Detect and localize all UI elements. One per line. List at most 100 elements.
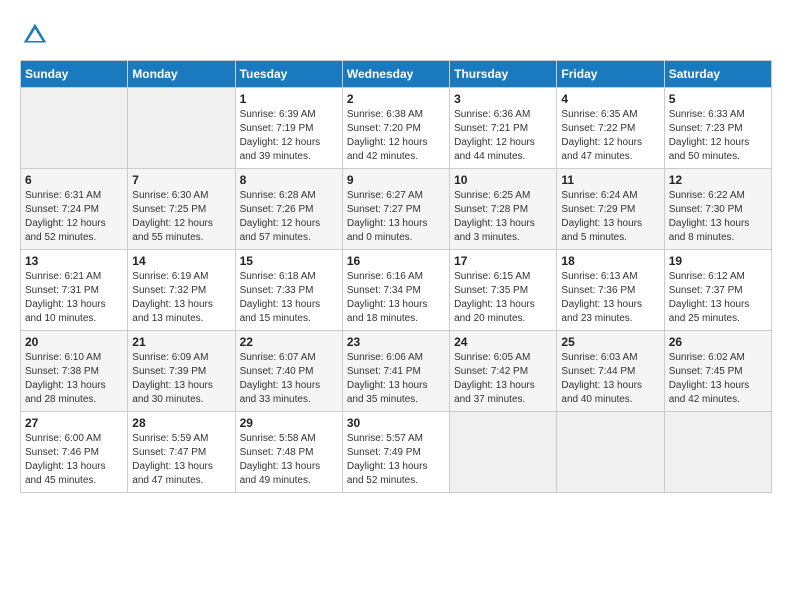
calendar-cell: 1 Sunrise: 6:39 AMSunset: 7:19 PMDayligh… bbox=[235, 88, 342, 169]
day-info: Sunrise: 6:33 AMSunset: 7:23 PMDaylight:… bbox=[669, 108, 767, 164]
calendar-cell: 26 Sunrise: 6:02 AMSunset: 7:45 PMDaylig… bbox=[664, 331, 771, 412]
weekday-header: Sunday bbox=[21, 61, 128, 88]
day-number: 5 bbox=[669, 92, 767, 106]
day-info: Sunrise: 6:30 AMSunset: 7:25 PMDaylight:… bbox=[132, 189, 230, 245]
calendar-cell: 30 Sunrise: 5:57 AMSunset: 7:49 PMDaylig… bbox=[342, 412, 449, 493]
logo-icon bbox=[20, 20, 50, 50]
calendar-cell: 18 Sunrise: 6:13 AMSunset: 7:36 PMDaylig… bbox=[557, 250, 664, 331]
day-number: 2 bbox=[347, 92, 445, 106]
calendar-cell: 11 Sunrise: 6:24 AMSunset: 7:29 PMDaylig… bbox=[557, 169, 664, 250]
calendar-cell: 6 Sunrise: 6:31 AMSunset: 7:24 PMDayligh… bbox=[21, 169, 128, 250]
weekday-header: Thursday bbox=[450, 61, 557, 88]
calendar-cell: 9 Sunrise: 6:27 AMSunset: 7:27 PMDayligh… bbox=[342, 169, 449, 250]
day-info: Sunrise: 6:18 AMSunset: 7:33 PMDaylight:… bbox=[240, 270, 338, 326]
calendar-cell: 22 Sunrise: 6:07 AMSunset: 7:40 PMDaylig… bbox=[235, 331, 342, 412]
day-info: Sunrise: 5:57 AMSunset: 7:49 PMDaylight:… bbox=[347, 432, 445, 488]
page-header bbox=[20, 20, 772, 50]
day-number: 22 bbox=[240, 335, 338, 349]
calendar-cell bbox=[21, 88, 128, 169]
day-info: Sunrise: 6:21 AMSunset: 7:31 PMDaylight:… bbox=[25, 270, 123, 326]
day-info: Sunrise: 6:09 AMSunset: 7:39 PMDaylight:… bbox=[132, 351, 230, 407]
day-info: Sunrise: 5:58 AMSunset: 7:48 PMDaylight:… bbox=[240, 432, 338, 488]
calendar-cell: 12 Sunrise: 6:22 AMSunset: 7:30 PMDaylig… bbox=[664, 169, 771, 250]
calendar-cell: 14 Sunrise: 6:19 AMSunset: 7:32 PMDaylig… bbox=[128, 250, 235, 331]
calendar-table: SundayMondayTuesdayWednesdayThursdayFrid… bbox=[20, 60, 772, 493]
day-info: Sunrise: 6:28 AMSunset: 7:26 PMDaylight:… bbox=[240, 189, 338, 245]
day-number: 10 bbox=[454, 173, 552, 187]
day-number: 21 bbox=[132, 335, 230, 349]
day-info: Sunrise: 6:06 AMSunset: 7:41 PMDaylight:… bbox=[347, 351, 445, 407]
calendar-cell: 8 Sunrise: 6:28 AMSunset: 7:26 PMDayligh… bbox=[235, 169, 342, 250]
calendar-cell: 19 Sunrise: 6:12 AMSunset: 7:37 PMDaylig… bbox=[664, 250, 771, 331]
day-info: Sunrise: 6:16 AMSunset: 7:34 PMDaylight:… bbox=[347, 270, 445, 326]
day-info: Sunrise: 6:38 AMSunset: 7:20 PMDaylight:… bbox=[347, 108, 445, 164]
weekday-header: Tuesday bbox=[235, 61, 342, 88]
day-number: 9 bbox=[347, 173, 445, 187]
day-info: Sunrise: 5:59 AMSunset: 7:47 PMDaylight:… bbox=[132, 432, 230, 488]
day-number: 1 bbox=[240, 92, 338, 106]
calendar-cell: 4 Sunrise: 6:35 AMSunset: 7:22 PMDayligh… bbox=[557, 88, 664, 169]
calendar-cell bbox=[450, 412, 557, 493]
day-number: 20 bbox=[25, 335, 123, 349]
calendar-week-row: 27 Sunrise: 6:00 AMSunset: 7:46 PMDaylig… bbox=[21, 412, 772, 493]
day-info: Sunrise: 6:07 AMSunset: 7:40 PMDaylight:… bbox=[240, 351, 338, 407]
day-number: 7 bbox=[132, 173, 230, 187]
day-info: Sunrise: 6:03 AMSunset: 7:44 PMDaylight:… bbox=[561, 351, 659, 407]
calendar-cell: 7 Sunrise: 6:30 AMSunset: 7:25 PMDayligh… bbox=[128, 169, 235, 250]
calendar-cell: 5 Sunrise: 6:33 AMSunset: 7:23 PMDayligh… bbox=[664, 88, 771, 169]
calendar-cell: 23 Sunrise: 6:06 AMSunset: 7:41 PMDaylig… bbox=[342, 331, 449, 412]
logo bbox=[20, 20, 54, 50]
day-info: Sunrise: 6:13 AMSunset: 7:36 PMDaylight:… bbox=[561, 270, 659, 326]
day-number: 4 bbox=[561, 92, 659, 106]
day-number: 8 bbox=[240, 173, 338, 187]
day-number: 19 bbox=[669, 254, 767, 268]
day-number: 25 bbox=[561, 335, 659, 349]
calendar-cell: 13 Sunrise: 6:21 AMSunset: 7:31 PMDaylig… bbox=[21, 250, 128, 331]
calendar-cell: 25 Sunrise: 6:03 AMSunset: 7:44 PMDaylig… bbox=[557, 331, 664, 412]
day-number: 6 bbox=[25, 173, 123, 187]
day-info: Sunrise: 6:02 AMSunset: 7:45 PMDaylight:… bbox=[669, 351, 767, 407]
day-info: Sunrise: 6:35 AMSunset: 7:22 PMDaylight:… bbox=[561, 108, 659, 164]
day-number: 15 bbox=[240, 254, 338, 268]
calendar-cell: 28 Sunrise: 5:59 AMSunset: 7:47 PMDaylig… bbox=[128, 412, 235, 493]
day-info: Sunrise: 6:27 AMSunset: 7:27 PMDaylight:… bbox=[347, 189, 445, 245]
day-number: 28 bbox=[132, 416, 230, 430]
day-info: Sunrise: 6:24 AMSunset: 7:29 PMDaylight:… bbox=[561, 189, 659, 245]
calendar-cell: 2 Sunrise: 6:38 AMSunset: 7:20 PMDayligh… bbox=[342, 88, 449, 169]
calendar-week-row: 6 Sunrise: 6:31 AMSunset: 7:24 PMDayligh… bbox=[21, 169, 772, 250]
day-info: Sunrise: 6:25 AMSunset: 7:28 PMDaylight:… bbox=[454, 189, 552, 245]
calendar-header-row: SundayMondayTuesdayWednesdayThursdayFrid… bbox=[21, 61, 772, 88]
day-info: Sunrise: 6:39 AMSunset: 7:19 PMDaylight:… bbox=[240, 108, 338, 164]
calendar-cell: 24 Sunrise: 6:05 AMSunset: 7:42 PMDaylig… bbox=[450, 331, 557, 412]
calendar-week-row: 1 Sunrise: 6:39 AMSunset: 7:19 PMDayligh… bbox=[21, 88, 772, 169]
day-info: Sunrise: 6:19 AMSunset: 7:32 PMDaylight:… bbox=[132, 270, 230, 326]
day-info: Sunrise: 6:05 AMSunset: 7:42 PMDaylight:… bbox=[454, 351, 552, 407]
day-number: 13 bbox=[25, 254, 123, 268]
calendar-cell: 16 Sunrise: 6:16 AMSunset: 7:34 PMDaylig… bbox=[342, 250, 449, 331]
calendar-cell bbox=[664, 412, 771, 493]
calendar-cell: 15 Sunrise: 6:18 AMSunset: 7:33 PMDaylig… bbox=[235, 250, 342, 331]
day-number: 29 bbox=[240, 416, 338, 430]
day-info: Sunrise: 6:10 AMSunset: 7:38 PMDaylight:… bbox=[25, 351, 123, 407]
calendar-cell: 29 Sunrise: 5:58 AMSunset: 7:48 PMDaylig… bbox=[235, 412, 342, 493]
calendar-week-row: 13 Sunrise: 6:21 AMSunset: 7:31 PMDaylig… bbox=[21, 250, 772, 331]
day-number: 11 bbox=[561, 173, 659, 187]
weekday-header: Monday bbox=[128, 61, 235, 88]
day-number: 3 bbox=[454, 92, 552, 106]
day-number: 24 bbox=[454, 335, 552, 349]
day-number: 14 bbox=[132, 254, 230, 268]
day-info: Sunrise: 6:36 AMSunset: 7:21 PMDaylight:… bbox=[454, 108, 552, 164]
weekday-header: Wednesday bbox=[342, 61, 449, 88]
day-number: 30 bbox=[347, 416, 445, 430]
day-info: Sunrise: 6:12 AMSunset: 7:37 PMDaylight:… bbox=[669, 270, 767, 326]
day-number: 17 bbox=[454, 254, 552, 268]
day-number: 12 bbox=[669, 173, 767, 187]
day-number: 26 bbox=[669, 335, 767, 349]
day-info: Sunrise: 6:00 AMSunset: 7:46 PMDaylight:… bbox=[25, 432, 123, 488]
day-info: Sunrise: 6:31 AMSunset: 7:24 PMDaylight:… bbox=[25, 189, 123, 245]
weekday-header: Friday bbox=[557, 61, 664, 88]
calendar-cell: 21 Sunrise: 6:09 AMSunset: 7:39 PMDaylig… bbox=[128, 331, 235, 412]
day-number: 27 bbox=[25, 416, 123, 430]
day-info: Sunrise: 6:15 AMSunset: 7:35 PMDaylight:… bbox=[454, 270, 552, 326]
day-number: 18 bbox=[561, 254, 659, 268]
